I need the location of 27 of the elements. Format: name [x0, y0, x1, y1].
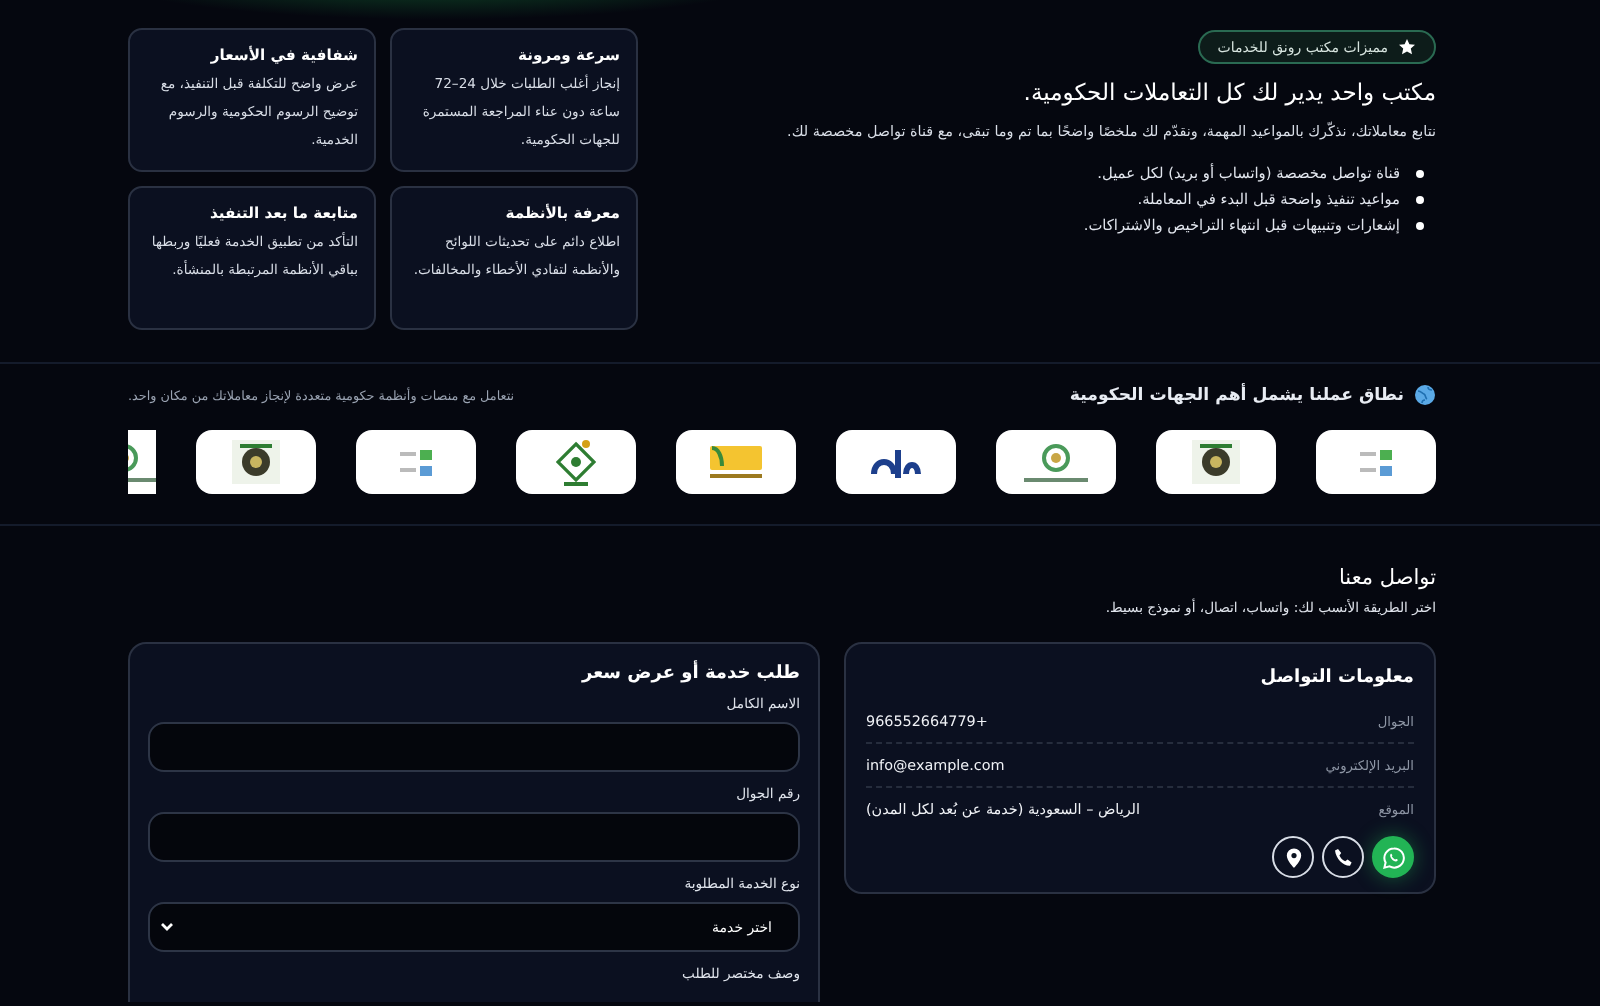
globe-icon [1414, 384, 1436, 406]
section-heading: مكتب واحد يدير لك كل التعاملات الحكومية. [1023, 78, 1436, 106]
logo-drawing [710, 446, 762, 478]
whatsapp-button[interactable] [1372, 836, 1414, 878]
logo-drawing [400, 449, 432, 475]
logo-drawing [1360, 449, 1392, 475]
logo-drawing [1192, 440, 1240, 484]
section-title: نطاق عملنا يشمل أهم الجهات الحكومية [1069, 385, 1404, 405]
card-title: معلومات التواصل [1258, 668, 1414, 688]
section-title: تواصل معنا [1336, 566, 1436, 590]
form-title: طلب خدمة أو عرض سعر [579, 664, 800, 684]
phone-button[interactable] [1322, 836, 1364, 878]
location-pin-icon [1281, 845, 1305, 869]
phone-icon [1331, 845, 1355, 869]
bullet-dot-icon [1416, 169, 1424, 177]
input-field[interactable] [148, 722, 800, 772]
bullet-dot-icon [1416, 221, 1424, 229]
star-icon [1398, 38, 1416, 56]
logo-drawing [1024, 443, 1088, 481]
logo-drawing [870, 446, 922, 478]
logo-drawing [232, 440, 280, 484]
location-button[interactable] [1272, 836, 1314, 878]
logo-drawing [556, 439, 596, 485]
bullet-dot-icon [1416, 195, 1424, 203]
input-field[interactable] [148, 812, 800, 862]
chevron-down-icon [160, 922, 174, 932]
whatsapp-icon [1381, 845, 1405, 869]
